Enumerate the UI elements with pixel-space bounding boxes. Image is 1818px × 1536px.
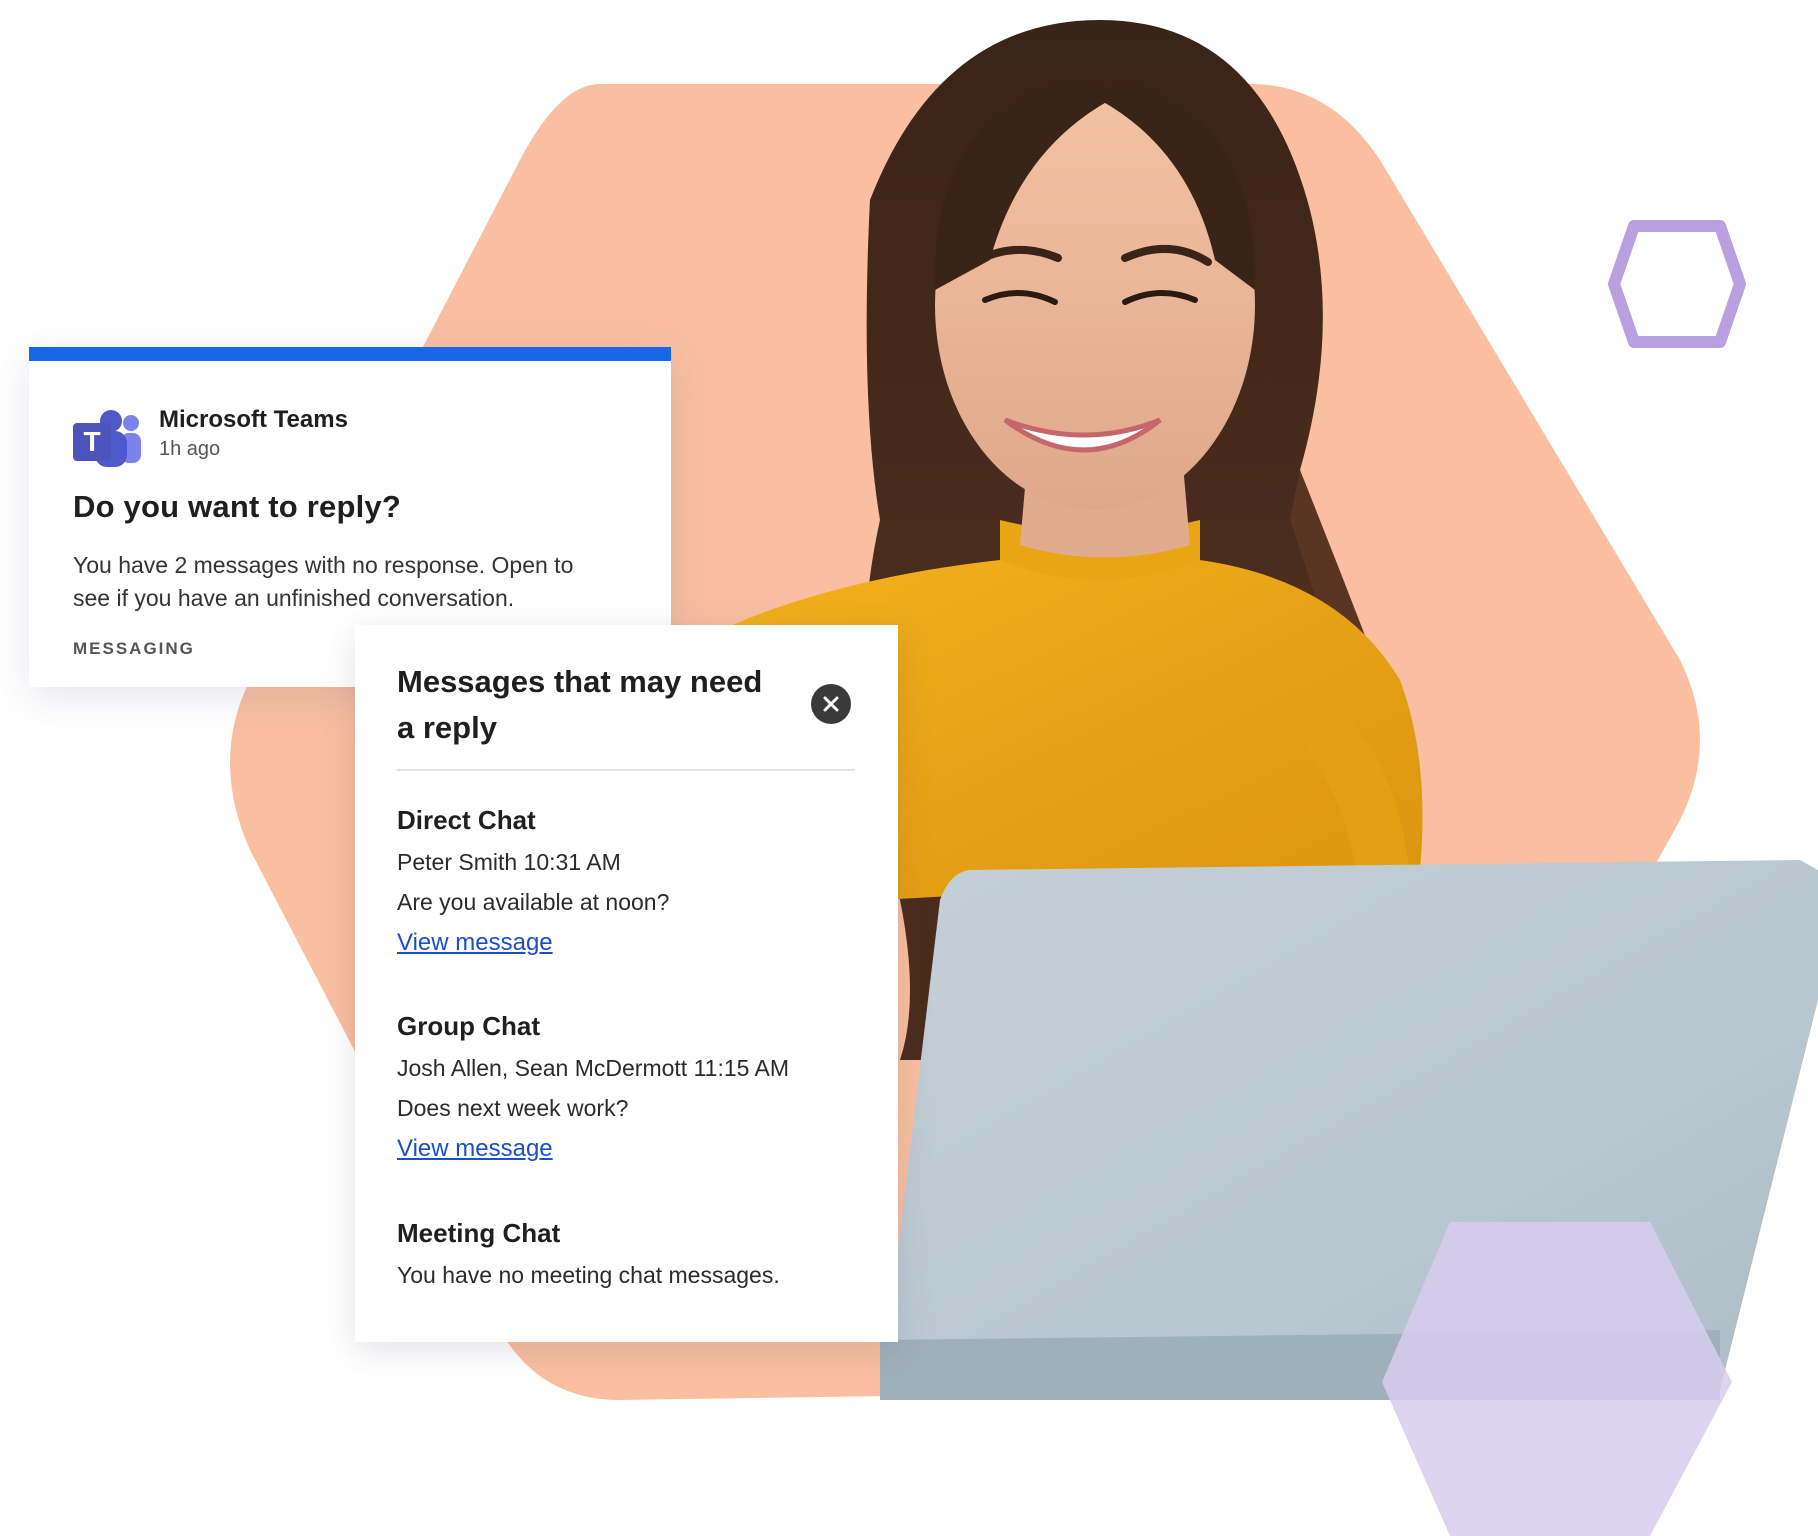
panel-divider (397, 769, 855, 771)
outline-hexagon (1608, 220, 1746, 348)
panel-title: Messages that may need a reply (397, 664, 763, 745)
direct-chat-section: Direct Chat Peter Smith 10:31 AM Are you… (397, 803, 855, 959)
svg-text:T: T (83, 426, 100, 457)
empty-state-message: You have no meeting chat messages. (397, 1262, 780, 1288)
app-name: Microsoft Teams (159, 406, 348, 433)
meeting-chat-section: Meeting Chat You have no meeting chat me… (397, 1216, 855, 1300)
close-icon (823, 696, 839, 712)
notification-time: 1h ago (159, 438, 221, 460)
notification-title: Do you want to reply? (73, 489, 401, 524)
message-meta: Josh Allen, Sean McDermott 11:15 AM (397, 1055, 790, 1081)
section-heading: Meeting Chat (397, 1218, 561, 1248)
view-message-link[interactable]: View message (397, 927, 553, 959)
close-button[interactable] (811, 684, 851, 724)
microsoft-teams-logo-icon: T (73, 409, 141, 473)
section-heading: Direct Chat (397, 805, 536, 835)
view-message-link[interactable]: View message (397, 1133, 553, 1165)
notification-header: T Microsoft Teams 1h ago (73, 405, 348, 473)
group-chat-section: Group Chat Josh Allen, Sean McDermott 11… (397, 1009, 855, 1165)
notification-category: MESSAGING (73, 639, 195, 658)
message-meta: Peter Smith 10:31 AM (397, 849, 621, 875)
messages-reply-panel: Messages that may need a reply Direct Ch… (355, 625, 898, 1342)
message-preview: Are you available at noon? (397, 889, 670, 915)
section-heading: Group Chat (397, 1011, 540, 1041)
hero-illustration (230, 20, 1818, 1536)
hero-scene: T Microsoft Teams 1h ago Do you want to … (0, 0, 1818, 1536)
message-preview: Does next week work? (397, 1095, 629, 1121)
notification-body: You have 2 messages with no response. Op… (73, 552, 574, 611)
